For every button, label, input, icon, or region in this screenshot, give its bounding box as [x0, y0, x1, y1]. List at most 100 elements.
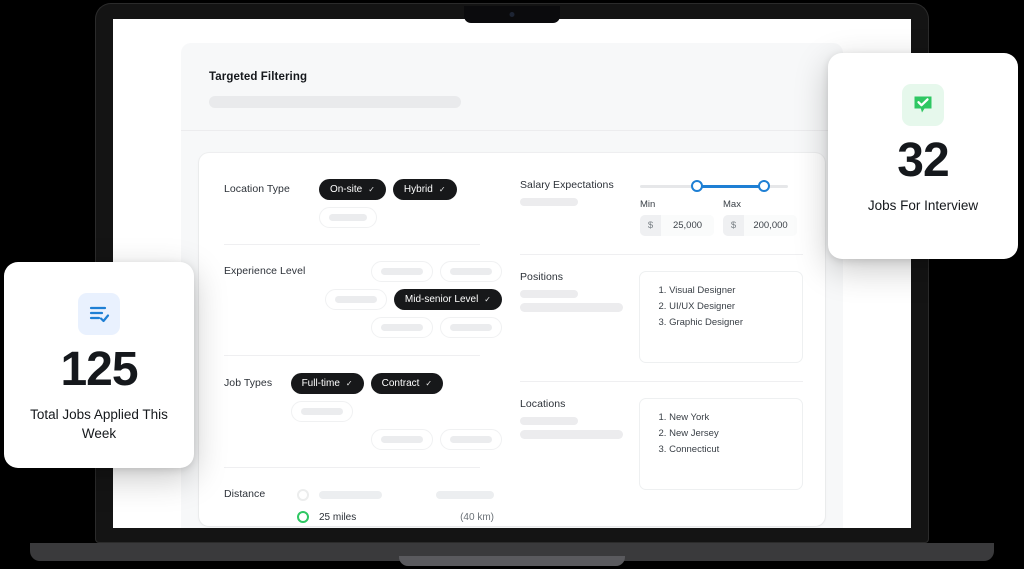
filters-right-column: Salary Expectations	[502, 153, 825, 526]
pill-placeholder[interactable]	[291, 401, 353, 422]
distance-option-placeholder[interactable]	[297, 484, 494, 506]
pill-placeholder[interactable]	[371, 429, 433, 450]
positions-label-placeholder	[520, 290, 578, 298]
check-icon: ✓	[368, 185, 375, 194]
pill-contract[interactable]: Contract ✓	[371, 373, 444, 394]
slider-min-handle[interactable]	[691, 180, 703, 192]
checklist-icon	[78, 293, 120, 335]
salary-inputs: $ 25,000 $ 200,000	[640, 215, 797, 236]
section-divider	[224, 467, 480, 468]
min-label: Min	[640, 199, 723, 210]
check-icon: ✓	[425, 379, 432, 388]
list-item[interactable]: Connecticut	[669, 442, 790, 458]
salary-min-input[interactable]: $ 25,000	[640, 215, 714, 236]
pill-full-time[interactable]: Full-time ✓	[291, 373, 364, 394]
panel-header: Targeted Filtering	[181, 43, 843, 108]
stat-number: 32	[897, 137, 948, 185]
salary-max-input[interactable]: $ 200,000	[723, 215, 797, 236]
section-divider	[520, 254, 803, 255]
locations-list: New York New Jersey Connecticut	[652, 410, 790, 458]
header-placeholder-bar	[209, 96, 461, 108]
filter-label-job-types: Job Types	[224, 373, 291, 389]
radio-selected-icon	[297, 511, 309, 523]
stat-card-jobs-applied: 125 Total Jobs Applied This Week	[4, 262, 194, 468]
distance-option-25-miles[interactable]: 25 miles (40 km)	[297, 506, 494, 528]
pill-placeholder[interactable]	[440, 429, 502, 450]
locations-label-placeholder	[520, 430, 623, 439]
filter-label-experience-level: Experience Level	[224, 261, 318, 277]
distance-converted-label: (40 km)	[460, 512, 494, 523]
list-item[interactable]: New York	[669, 410, 790, 426]
pill-hybrid[interactable]: Hybrid ✓	[393, 179, 457, 200]
filter-distance: Distance 25 miles (40	[224, 484, 502, 528]
filter-salary: Salary Expectations	[520, 179, 803, 236]
pill-full-time-label: Full-time	[302, 378, 340, 389]
filter-location-type: Location Type On-site ✓ Hybrid ✓	[224, 179, 502, 228]
job-types-options: Full-time ✓ Contract ✓	[291, 373, 502, 450]
pill-on-site[interactable]: On-site ✓	[319, 179, 386, 200]
filter-positions: Positions Visual Designer UI/UX Designer…	[520, 271, 803, 363]
location-type-options: On-site ✓ Hybrid ✓	[319, 179, 502, 228]
stat-caption: Total Jobs Applied This Week	[4, 405, 194, 443]
filters-left-column: Location Type On-site ✓ Hybrid ✓	[199, 153, 502, 526]
chat-check-icon	[902, 84, 944, 126]
pill-placeholder[interactable]	[440, 317, 502, 338]
filter-label-salary: Salary Expectations	[520, 179, 640, 191]
locations-listbox[interactable]: New York New Jersey Connecticut	[639, 398, 803, 490]
salary-controls: Min Max $ 25,000 $	[640, 179, 797, 236]
locations-label-group: Locations	[520, 398, 639, 439]
currency-icon: $	[640, 215, 661, 236]
max-label: Max	[723, 199, 741, 210]
filter-label-locations: Locations	[520, 398, 639, 410]
salary-min-value: 25,000	[661, 215, 714, 236]
salary-range-slider[interactable]	[640, 179, 788, 193]
salary-max-value: 200,000	[744, 215, 797, 236]
minmax-labels: Min Max	[640, 199, 797, 210]
pill-placeholder[interactable]	[440, 261, 502, 282]
distance-value-label: 25 miles	[319, 512, 356, 523]
pill-on-site-label: On-site	[330, 184, 362, 195]
filters-card: Location Type On-site ✓ Hybrid ✓	[199, 153, 825, 526]
experience-level-options: Mid-senior Level ✓	[318, 261, 502, 338]
filter-panel: Targeted Filtering Location Type On-site	[181, 43, 843, 528]
list-item[interactable]: Visual Designer	[669, 283, 790, 299]
stat-caption: Jobs For Interview	[854, 196, 992, 215]
pill-hybrid-label: Hybrid	[404, 184, 433, 195]
filter-experience-level: Experience Level Mid-senior Level	[224, 261, 502, 338]
positions-list: Visual Designer UI/UX Designer Graphic D…	[652, 283, 790, 331]
positions-listbox[interactable]: Visual Designer UI/UX Designer Graphic D…	[639, 271, 803, 363]
locations-label-placeholder	[520, 417, 578, 425]
slider-active-range	[696, 185, 763, 188]
salary-label-placeholder	[520, 198, 578, 206]
radio-icon	[297, 489, 309, 501]
page-title: Targeted Filtering	[209, 71, 815, 83]
pill-contract-label: Contract	[382, 378, 420, 389]
section-divider	[224, 355, 480, 356]
pill-placeholder[interactable]	[325, 289, 387, 310]
currency-icon: $	[723, 215, 744, 236]
check-icon: ✓	[484, 295, 491, 304]
slider-max-handle[interactable]	[758, 180, 770, 192]
panel-divider	[181, 130, 843, 131]
list-item[interactable]: New Jersey	[669, 426, 790, 442]
pill-placeholder[interactable]	[371, 317, 433, 338]
stat-card-jobs-interview: 32 Jobs For Interview	[828, 53, 1018, 259]
distance-options: 25 miles (40 km)	[297, 484, 494, 528]
stat-number: 125	[60, 346, 137, 394]
pill-placeholder[interactable]	[319, 207, 377, 228]
webcam-icon	[510, 12, 515, 17]
salary-label-group: Salary Expectations	[520, 179, 640, 206]
pill-placeholder[interactable]	[371, 261, 433, 282]
list-item[interactable]: Graphic Designer	[669, 315, 790, 331]
laptop-base-lip	[399, 556, 625, 566]
check-icon: ✓	[439, 185, 446, 194]
list-item[interactable]: UI/UX Designer	[669, 299, 790, 315]
filter-label-location-type: Location Type	[224, 179, 319, 195]
filter-locations: Locations New York New Jersey Connecticu…	[520, 398, 803, 490]
section-divider	[520, 381, 803, 382]
check-icon: ✓	[346, 379, 353, 388]
filter-job-types: Job Types Full-time ✓ Contract	[224, 373, 502, 450]
screenshot-stage: Targeted Filtering Location Type On-site	[0, 0, 1024, 569]
pill-mid-senior-level[interactable]: Mid-senior Level ✓	[394, 289, 502, 310]
filter-label-distance: Distance	[224, 484, 297, 500]
